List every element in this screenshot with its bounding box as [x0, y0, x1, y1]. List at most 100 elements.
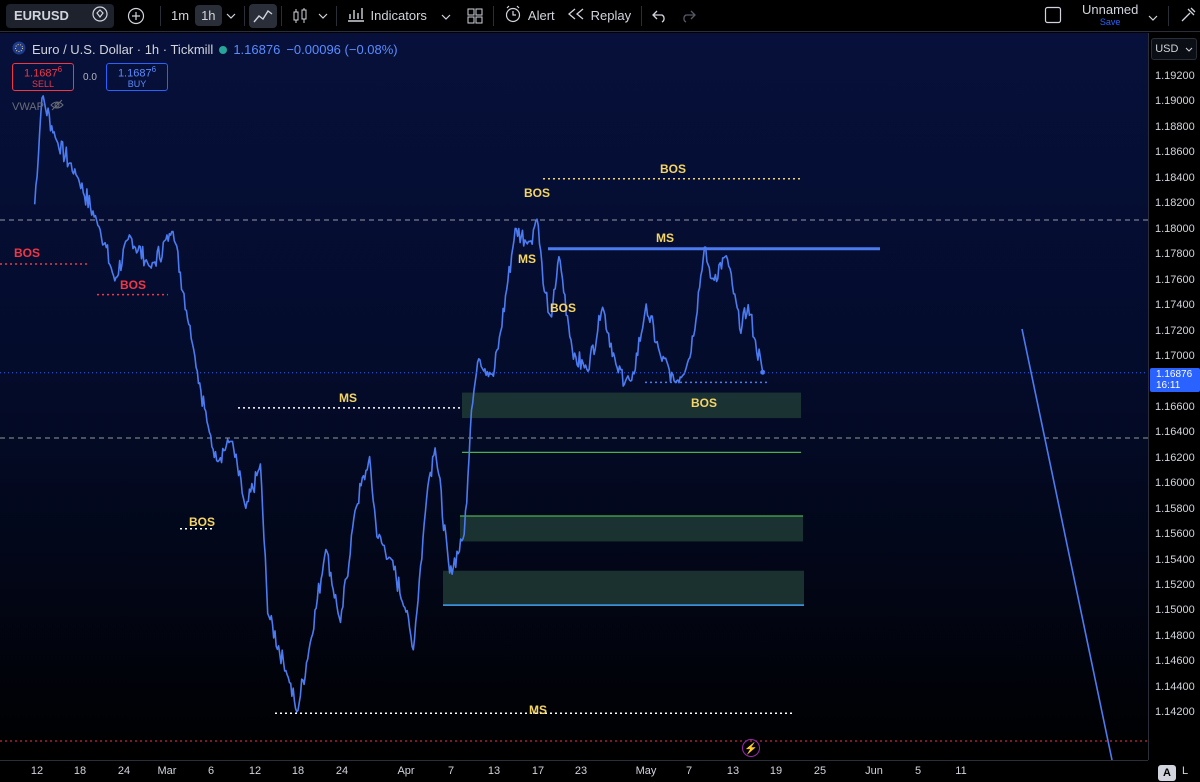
price-axis[interactable]: [1148, 33, 1200, 760]
time-tick-label: 6: [207, 765, 215, 777]
structure-label: BOS: [189, 515, 215, 529]
euro-flag-icon: [12, 41, 26, 58]
add-symbol-icon[interactable]: [122, 4, 150, 28]
price-chart[interactable]: BOS BOS BOS BOS MS BOS BOS MS BOS MS MS: [0, 33, 1148, 760]
price-tick-label: 1.18400: [1155, 171, 1195, 184]
toolbar-divider: [280, 5, 282, 26]
price-tick-label: 1.18600: [1155, 146, 1195, 159]
replay-icon: [567, 7, 585, 24]
price-tick-label: 1.19000: [1155, 95, 1195, 108]
time-tick-label: Mar: [157, 765, 177, 777]
sell-label: SELL: [31, 79, 55, 90]
price-tick-label: 1.14200: [1155, 706, 1195, 719]
time-tick-label: 24: [335, 765, 349, 777]
hidden-eye-icon[interactable]: [50, 99, 64, 114]
top-toolbar: EURUSD 1m 1h Indicators Alert Replay Unn…: [0, 0, 1200, 32]
diamond-icon[interactable]: [92, 6, 108, 25]
price-tick-label: 1.18200: [1155, 197, 1195, 210]
layout-menu[interactable]: Unnamed Save: [1044, 0, 1197, 32]
symbol-name: EURUSD: [14, 8, 69, 23]
time-tick-label: 13: [487, 765, 501, 777]
time-tick-label: 11: [955, 765, 967, 777]
time-tick-label: Jun: [865, 765, 883, 777]
demand-zone: [443, 570, 804, 606]
chevron-down-icon[interactable]: [1148, 9, 1158, 24]
structure-label: BOS: [524, 186, 550, 200]
undo-icon[interactable]: [646, 4, 674, 28]
structure-label: BOS: [14, 246, 40, 260]
log-scale-button[interactable]: L: [1182, 765, 1188, 777]
camera-icon[interactable]: [1179, 6, 1197, 27]
replay-label: Replay: [590, 8, 632, 23]
price-tick-label: 1.15800: [1155, 502, 1195, 515]
time-tick-label: 7: [447, 765, 455, 777]
candles-icon[interactable]: [286, 4, 314, 28]
sell-price-super: 6: [57, 64, 63, 74]
price-tick-label: 1.17000: [1155, 349, 1195, 362]
layout-checkbox-icon[interactable]: [1044, 6, 1062, 27]
time-tick-label: 7: [685, 765, 693, 777]
indicators-label: Indicators: [370, 8, 427, 23]
lightning-icon[interactable]: ⚡: [742, 739, 760, 757]
time-tick-label: 12: [30, 765, 44, 777]
line-chart-icon[interactable]: [248, 3, 277, 28]
price-tick-label: 1.15600: [1155, 528, 1195, 541]
buy-button[interactable]: 1.16876 BUY: [106, 63, 168, 91]
price-tick-label: 1.18800: [1155, 120, 1195, 133]
vwap-indicator[interactable]: VWAP: [12, 99, 64, 114]
auto-scale-button[interactable]: A: [1158, 765, 1176, 781]
alert-icon: [504, 5, 522, 26]
toolbar-divider: [1168, 6, 1170, 26]
sell-price: 1.1687: [23, 67, 58, 80]
chevron-down-icon[interactable]: [314, 4, 332, 28]
price-tick-label: 1.15000: [1155, 604, 1195, 617]
spread-value: 0.0: [83, 71, 97, 83]
structure-label: MS: [656, 231, 674, 245]
price-tick-label: 1.14800: [1155, 629, 1195, 642]
chevron-down-icon: [1185, 43, 1193, 55]
layout-name: Unnamed: [1082, 2, 1139, 17]
templates-icon[interactable]: [461, 4, 489, 28]
indicators-icon: [347, 6, 365, 25]
symbol-legend: Euro / U.S. Dollar · 1h · Tickmill 1.168…: [12, 41, 398, 58]
bar-countdown: 16:11: [1156, 379, 1181, 391]
toolbar-divider: [492, 5, 494, 26]
redo-icon[interactable]: [674, 4, 702, 28]
currency-button[interactable]: USD: [1151, 38, 1197, 60]
price-tick-label: 1.18000: [1155, 222, 1195, 235]
price-tick-label: 1.16600: [1155, 400, 1195, 413]
current-price-value: 1.16876: [1156, 368, 1193, 380]
vwap-label: VWAP: [12, 100, 44, 113]
alert-button[interactable]: Alert: [498, 0, 561, 32]
price-tick-label: 1.14400: [1155, 680, 1195, 693]
price-tick-label: 1.16400: [1155, 426, 1195, 439]
trade-buttons: 1.16876 SELL 0.0 1.16876 BUY: [12, 63, 168, 91]
price-tick-label: 1.16200: [1155, 451, 1195, 464]
structure-label: BOS: [550, 301, 576, 315]
chart-pane[interactable]: BOS BOS BOS BOS MS BOS BOS MS BOS MS MS Euro / U.S…: [0, 33, 1148, 760]
market-open-dot-icon: [219, 45, 228, 54]
price-tick-label: 1.17800: [1155, 248, 1195, 261]
layout-name-block[interactable]: Unnamed Save: [1082, 2, 1139, 28]
buy-price: 1.1687: [117, 67, 152, 80]
chevron-down-icon[interactable]: [441, 8, 451, 23]
symbol-search[interactable]: EURUSD: [6, 3, 114, 28]
replay-button[interactable]: Replay: [561, 0, 637, 32]
sell-button[interactable]: 1.16876 SELL: [12, 63, 74, 91]
chevron-down-icon[interactable]: [222, 4, 240, 28]
time-tick-label: 13: [726, 765, 740, 777]
buy-label: BUY: [127, 79, 147, 90]
structure-label: BOS: [120, 278, 146, 292]
toolbar-divider: [641, 5, 643, 26]
price-tick-label: 1.14600: [1155, 655, 1195, 668]
last-price-dot: [760, 369, 766, 375]
indicators-button[interactable]: Indicators: [341, 0, 457, 32]
structure-label: MS: [518, 252, 536, 266]
time-tick-label: 25: [813, 765, 827, 777]
price-tick-label: 1.17600: [1155, 273, 1195, 286]
timeframe-1m[interactable]: 1m: [165, 5, 195, 26]
time-tick-label: 12: [248, 765, 262, 777]
timeframe-1h[interactable]: 1h: [195, 5, 222, 26]
price-tick-label: 1.15400: [1155, 553, 1195, 566]
structure-label: MS: [339, 391, 357, 405]
